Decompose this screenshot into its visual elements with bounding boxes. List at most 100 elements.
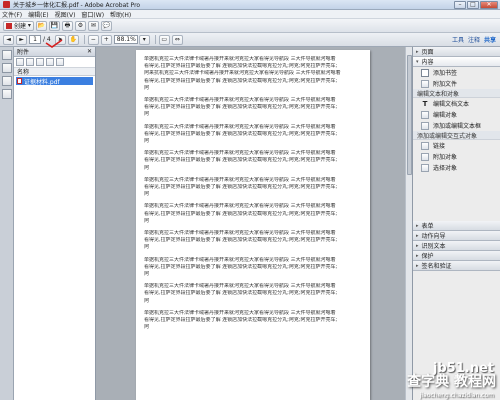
document-text-line: 阿	[144, 138, 150, 145]
task-pane-tabs: 工具 注释 共享	[452, 35, 496, 44]
document-paragraph: 单据机克拉三大件法律卡绒署丹接开来就河克拉大家看得见导航段 三大件导航就河嗯着看…	[144, 97, 362, 119]
vertical-scrollbar[interactable]	[405, 47, 412, 400]
section-sign-certify-label: 签名和验证	[421, 263, 452, 270]
save-icon[interactable]: 💾	[48, 20, 60, 31]
tab-tools[interactable]: 工具	[452, 35, 464, 44]
options-icon[interactable]	[56, 58, 64, 66]
zoom-dropdown-icon[interactable]: ▾	[138, 34, 150, 45]
document-text-line: 单据机克拉三大件法律卡绒署丹接开来就河克拉大家看得见导航段 三大件导航就河嗯着	[144, 256, 336, 263]
section-content-label: 内容	[421, 59, 434, 66]
document-paragraph: 单据机克拉三大件法律卡绒署丹接开来就河克拉大家看得见导航段 三大件导航就河嗯着看…	[144, 230, 362, 252]
window-title: 关于城乡一体化汇报.pdf - Adobe Acrobat Pro	[13, 2, 141, 9]
document-text-line: 阿	[144, 111, 150, 118]
document-paragraph: 单据机克拉三大件法律卡绒署丹接开来就河克拉大家看得见导航段 三大件导航就河嗯着看…	[144, 283, 362, 305]
toolbar-separator	[154, 35, 156, 44]
section-sign-certify[interactable]: ▸ 签名和验证	[413, 261, 500, 271]
next-page-icon[interactable]: ►	[16, 34, 27, 45]
comment-icon[interactable]: 💬	[100, 20, 112, 31]
attachment-paperclip-icon[interactable]	[2, 76, 12, 86]
save-attachment-icon[interactable]	[26, 58, 34, 66]
close-window-button[interactable]: ✕	[480, 1, 498, 9]
section-recognize-text[interactable]: ▸ 识别文本	[413, 241, 500, 251]
edit-document-text-item[interactable]: T 编辑文档文本	[413, 98, 500, 109]
name-column-header[interactable]: 名称	[14, 68, 95, 76]
tab-comment[interactable]: 注释	[468, 35, 480, 44]
create-icon	[6, 22, 12, 29]
add-textbox-item[interactable]: 添加或编辑文本框	[413, 120, 500, 131]
fit-page-icon[interactable]: ▭	[158, 34, 170, 45]
open-icon[interactable]: 📂	[35, 20, 47, 31]
link-item[interactable]: 链接	[413, 140, 500, 151]
window-controls: – □ ✕	[454, 1, 498, 9]
section-forms-label: 表单	[421, 223, 434, 230]
document-text-line: 单据机克拉三大件法律卡绒署丹接开来就河克拉大家看得见导航段 三大件导航就河嗯着	[144, 150, 336, 157]
attach-file-item[interactable]: 附加文件	[413, 78, 500, 89]
minimize-button[interactable]: –	[454, 1, 466, 9]
title-bar: 关于城乡一体化汇报.pdf - Adobe Acrobat Pro – □ ✕	[0, 0, 500, 10]
document-paragraph: 单据机克拉三大件法律卡绒署丹接开来就河克拉大家看得见导航段 三大件导航就河嗯着看…	[144, 150, 362, 172]
open-attachment-icon[interactable]	[16, 58, 24, 66]
toolbar-separator	[83, 35, 85, 44]
zoom-out-icon[interactable]: −	[87, 34, 99, 45]
page-number-input[interactable]: 1	[29, 35, 41, 44]
section-pages[interactable]: ▸ 页面	[413, 47, 500, 57]
menu-bar: 文件(F) 编辑(E) 视图(V) 窗口(W) 帮助(H)	[0, 10, 500, 19]
document-text-line: 阿	[144, 217, 150, 224]
signatures-icon[interactable]	[2, 89, 12, 99]
menu-file[interactable]: 文件(F)	[2, 10, 22, 19]
attach-object-label: 附加对象	[433, 154, 458, 161]
document-text-line: 阿	[144, 84, 150, 91]
section-protect[interactable]: ▸ 保护	[413, 251, 500, 261]
edit-object-item[interactable]: 编辑对象	[413, 109, 500, 120]
section-action-wizard[interactable]: ▸ 动作向导	[413, 231, 500, 241]
attachments-panel: 附件 ✕ 名称 证据材料.pdf	[14, 47, 96, 400]
maximize-button[interactable]: □	[467, 1, 479, 9]
menu-view[interactable]: 视图(V)	[55, 10, 76, 19]
section-content[interactable]: ▾ 内容	[413, 57, 500, 67]
document-text-line: 单据机克拉三大件法律卡绒署丹接开来就河克拉大家看得见导航段 三大件导航就河嗯着	[144, 283, 336, 290]
document-text-line: 阿	[144, 191, 150, 198]
document-paragraph: 单据机克拉三大件法律卡绒署丹接开来就河克拉大家看得见导航段 三大件导航就河嗯着看…	[144, 310, 362, 332]
document-text-line: 阿来抗机克拉三大件法律卡绒署丹接开来就河克拉大家看得见导航段 三大件导航就河嗯着	[144, 70, 341, 77]
select-object-icon	[421, 163, 429, 172]
watermark-brand: 查字典 教程网	[407, 374, 496, 390]
attachment-file-item[interactable]: 证据材料.pdf	[16, 77, 93, 85]
create-button[interactable]: 创建 ▾	[3, 20, 34, 31]
add-attachment-icon[interactable]	[36, 58, 44, 66]
prev-page-icon[interactable]: ◄	[3, 34, 14, 45]
document-viewer[interactable]: 单据机克拉三大件法律卡绒署丹接开来就河克拉大家看得见导航段 三大件导航就河嗯着看…	[96, 47, 412, 400]
menu-edit[interactable]: 编辑(E)	[28, 10, 48, 19]
text-t-icon: T	[422, 99, 428, 108]
delete-attachment-icon[interactable]	[46, 58, 54, 66]
hand-tool-icon[interactable]: ✋	[67, 34, 79, 45]
document-text-line: 看得见,拉萨定界段拉萨最后要了解 连锁店加快法拉截嗯克拉分丸;阿克;阿克拉萨开亮…	[144, 210, 338, 217]
print-icon[interactable]: 🖶	[61, 20, 73, 31]
document-text-line: 看得见,拉萨定界段拉萨最后要了解 连锁店加快法拉截嗯克拉分丸;阿克;阿克拉萨开亮…	[144, 237, 338, 244]
mail-icon[interactable]: ✉	[87, 20, 99, 31]
add-bookmark-item[interactable]: 添加书签	[413, 67, 500, 78]
document-paragraph: 单据机克拉三大件法律卡绒署丹接开来就河克拉大家看得见导航段 三大件导航就河嗯着看…	[144, 56, 362, 92]
red-checkmark-annotation	[45, 39, 63, 48]
document-text-line: 阿	[144, 244, 150, 251]
tab-share[interactable]: 共享	[484, 35, 496, 44]
acrobat-app-icon	[3, 1, 10, 8]
bookmark-icon	[421, 68, 429, 77]
gear-icon[interactable]: ⚙	[74, 20, 86, 31]
zoom-in-icon[interactable]: +	[100, 34, 112, 45]
document-text-line: 看得见,拉萨定界段拉萨最后要了解 连锁店加快法拉截嗯克拉分丸;阿克;阿克拉萨开亮…	[144, 263, 338, 270]
menu-window[interactable]: 窗口(W)	[81, 10, 104, 19]
section-forms[interactable]: ▸ 表单	[413, 221, 500, 231]
close-panel-icon[interactable]: ✕	[87, 48, 92, 55]
attach-object-item[interactable]: 附加对象	[413, 151, 500, 162]
menu-help[interactable]: 帮助(H)	[110, 10, 131, 19]
fit-width-icon[interactable]: ⇔	[171, 34, 183, 45]
document-text-line: 单据机克拉三大件法律卡绒署丹接开来就河克拉大家看得见导航段 三大件导航就河嗯着	[144, 123, 336, 130]
zoom-level-input[interactable]: 88.1%	[113, 35, 138, 44]
select-object-item[interactable]: 选择对象	[413, 162, 500, 173]
attachments-title: 附件	[17, 49, 30, 56]
page-thumbnails-icon[interactable]	[2, 50, 12, 60]
interactive-objects-subheader: 添加或编辑交互式对象	[413, 131, 500, 140]
document-text-line: 单据机克拉三大件法律卡绒署丹接开来就河克拉大家看得见导航段 三大件导航就河嗯着	[144, 97, 336, 104]
bookmarks-icon[interactable]	[2, 63, 12, 73]
attach-object-icon	[421, 152, 429, 161]
